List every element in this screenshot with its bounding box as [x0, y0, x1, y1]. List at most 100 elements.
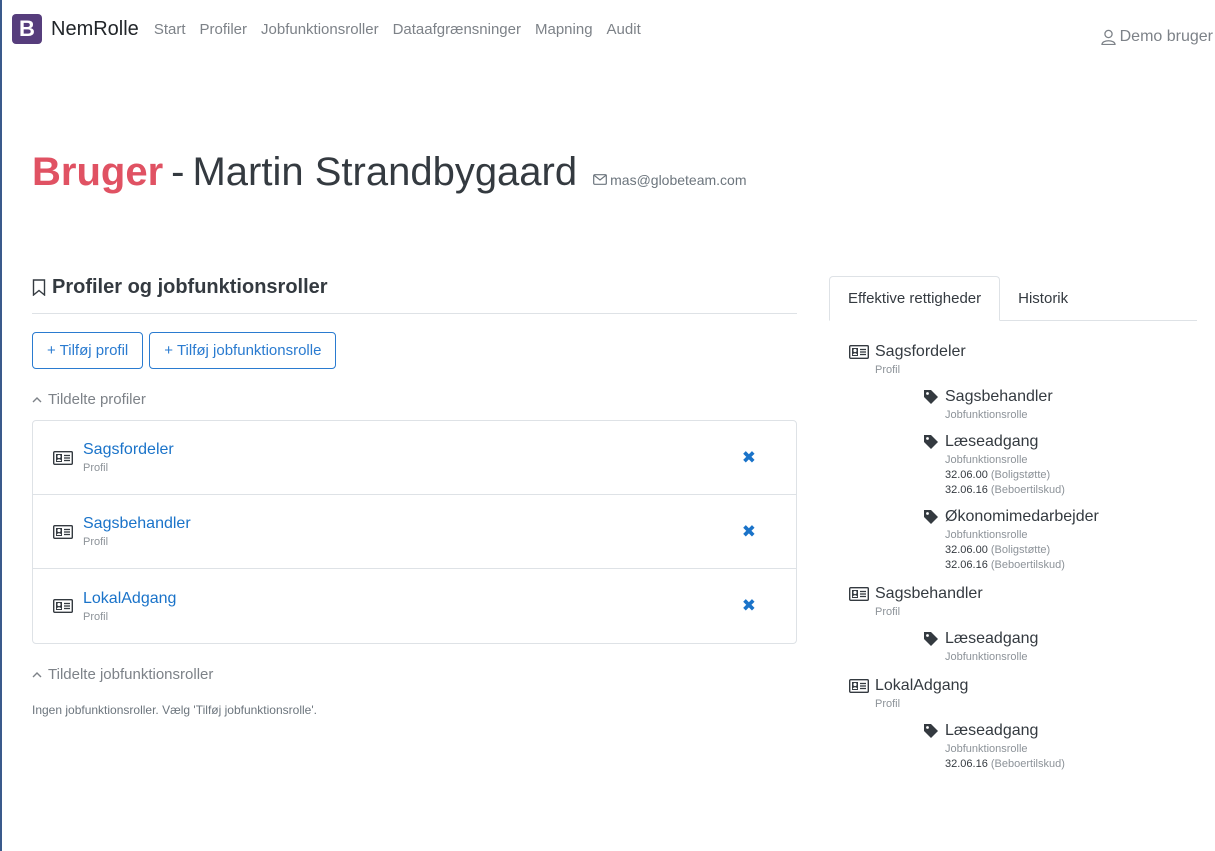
brand-logo[interactable]: B — [12, 14, 42, 44]
id-card-icon — [849, 345, 869, 359]
list-item: LokalAdgang Profil ✖ — [33, 569, 796, 643]
rights-profile-type: Profil — [875, 364, 901, 376]
remove-icon[interactable]: ✖ — [742, 596, 756, 616]
tab-historik[interactable]: Historik — [1000, 276, 1086, 320]
rights-code: 32.06.00 (Boligstøtte) — [945, 544, 1197, 556]
rights-code: 32.06.00 (Boligstøtte) — [945, 469, 1197, 481]
rights-profile-head: LokalAdgang — [849, 677, 1197, 695]
rights-code-desc: (Beboertilskud) — [990, 758, 1065, 770]
rights-role-name: Læseadgang — [945, 433, 1039, 450]
profile-type: Profil — [83, 610, 109, 623]
effective-rights-tree: Sagsfordeler Profil Sagsbehandler Jobfunkti… — [829, 343, 1197, 770]
rights-code-desc: (Beboertilskud) — [990, 484, 1065, 496]
chevron-up-icon — [32, 396, 42, 403]
nav-link-jobfunktionsroller[interactable]: Jobfunktionsroller — [261, 21, 379, 38]
rights-code-desc: (Boligstøtte) — [990, 544, 1051, 556]
brand-logo-letter: B — [19, 16, 35, 41]
nav-link-profiler[interactable]: Profiler — [200, 21, 248, 38]
nav-link-mapning[interactable]: Mapning — [535, 21, 593, 38]
remove-icon[interactable]: ✖ — [742, 448, 756, 468]
assignments-panel: Profiler og jobfunktionsroller + Tilføj … — [32, 276, 797, 717]
assigned-profiles-list: Sagsfordeler Profil ✖ Sagsbehandler Prof… — [32, 420, 797, 644]
rights-code: 32.06.16 (Beboertilskud) — [945, 758, 1197, 770]
navbar: B NemRolle Start Profiler Jobfunktionsro… — [2, 0, 1215, 58]
tag-icon — [923, 434, 939, 450]
rights-role-name: Økonomimedarbejder — [945, 508, 1099, 525]
profile-link[interactable]: LokalAdgang — [83, 590, 176, 608]
nav-link-start[interactable]: Start — [154, 21, 186, 38]
add-profile-button[interactable]: + Tilføj profil — [32, 332, 144, 369]
rights-profile-type: Profil — [875, 606, 901, 618]
add-role-button[interactable]: + Tilføj jobfunktionsrolle — [149, 332, 337, 369]
tag-icon — [923, 389, 939, 405]
chevron-up-icon — [32, 671, 42, 678]
tag-icon — [923, 509, 939, 525]
rights-role: Økonomimedarbejder Jobfunktionsrolle 32.06… — [923, 508, 1197, 571]
rights-profile: LokalAdgang Profil Læseadgang Jobfunktionsr… — [849, 677, 1197, 770]
rights-role-head: Sagsbehandler — [923, 388, 1197, 406]
id-card-icon — [53, 599, 73, 613]
rights-role-name: Læseadgang — [945, 630, 1039, 647]
remove-icon[interactable]: ✖ — [742, 522, 756, 542]
rights-role: Sagsbehandler Jobfunktionsrolle — [923, 388, 1197, 421]
user-email-text: mas@globeteam.com — [610, 171, 747, 188]
rights-profile-name: LokalAdgang — [875, 677, 969, 694]
rights-profile: Sagsfordeler Profil Sagsbehandler Jobfunkti… — [849, 343, 1197, 571]
rights-code: 32.06.16 (Beboertilskud) — [945, 484, 1197, 496]
rights-profile-type: Profil — [875, 698, 901, 710]
app-window: B NemRolle Start Profiler Jobfunktionsro… — [0, 0, 1215, 851]
rights-role-name: Læseadgang — [945, 722, 1039, 739]
profile-link[interactable]: Sagsbehandler — [83, 515, 191, 533]
rights-code-value: 32.06.16 — [945, 758, 988, 770]
rights-role-type: Jobfunktionsrolle — [945, 454, 1028, 466]
rights-code-value: 32.06.16 — [945, 484, 988, 496]
tag-icon — [923, 631, 939, 647]
no-roles-message: Ingen jobfunktionsroller. Vælg 'Tilføj j… — [32, 703, 317, 717]
tab-effektive-rettigheder[interactable]: Effektive rettigheder — [829, 276, 1001, 321]
rights-code-value: 32.06.16 — [945, 559, 988, 571]
user-icon — [1100, 29, 1116, 45]
assigned-roles-heading: Tildelte jobfunktionsroller — [48, 666, 214, 683]
user-name: Demo bruger — [1119, 28, 1213, 45]
rights-code-desc: (Boligstøtte) — [990, 469, 1051, 481]
id-card-icon — [849, 587, 869, 601]
rights-profile-head: Sagsfordeler — [849, 343, 1197, 361]
rights-role-head: Læseadgang — [923, 630, 1197, 648]
page-title-prefix: Bruger — [32, 150, 164, 194]
rights-role-type: Jobfunktionsrolle — [945, 529, 1028, 541]
assigned-profiles-toggle[interactable]: Tildelte profiler — [32, 391, 797, 408]
section-title-text: Profiler og jobfunktionsroller — [52, 276, 328, 298]
rights-profile-name: Sagsbehandler — [875, 585, 983, 602]
rights-role: Læseadgang Jobfunktionsrolle — [923, 630, 1197, 663]
nav-link-audit[interactable]: Audit — [607, 21, 641, 38]
tab-bar: Effektive rettigheder Historik — [829, 276, 1197, 321]
rights-profile-name: Sagsfordeler — [875, 343, 966, 360]
rights-role-name: Sagsbehandler — [945, 388, 1053, 405]
tag-icon — [923, 723, 939, 739]
rights-code-value: 32.06.00 — [945, 469, 988, 481]
id-card-icon — [849, 679, 869, 693]
list-item: Sagsfordeler Profil ✖ — [33, 421, 796, 495]
rights-role-type: Jobfunktionsrolle — [945, 743, 1028, 755]
assigned-roles-toggle[interactable]: Tildelte jobfunktionsroller — [32, 666, 797, 683]
list-item: Sagsbehandler Profil ✖ — [33, 495, 796, 569]
profile-type: Profil — [83, 462, 109, 474]
rights-code-desc: (Beboertilskud) — [990, 559, 1065, 571]
user-email[interactable]: mas@globeteam.com — [593, 171, 747, 188]
user-menu[interactable]: Demo bruger — [1100, 28, 1213, 46]
bookmark-icon — [32, 279, 46, 296]
rights-code-value: 32.06.00 — [945, 544, 988, 556]
rights-role-head: Læseadgang — [923, 433, 1197, 451]
rights-role-head: Læseadgang — [923, 722, 1197, 740]
nav-link-dataafgraensninger[interactable]: Dataafgrænsninger — [393, 21, 521, 38]
action-buttons: + Tilføj profil + Tilføj jobfunktionsrol… — [32, 332, 797, 369]
page-title-separator: - — [171, 150, 185, 194]
page-title-user-name: Martin Strandbygaard — [192, 150, 578, 194]
assigned-profiles-heading: Tildelte profiler — [48, 391, 146, 408]
rights-profile: Sagsbehandler Profil Læseadgang Jobfunktion… — [849, 585, 1197, 663]
profile-type: Profil — [83, 536, 109, 548]
profile-link[interactable]: Sagsfordeler — [83, 441, 174, 459]
brand-name[interactable]: NemRolle — [51, 18, 139, 41]
page-title: Bruger - Martin Strandbygaard mas@globet… — [32, 150, 747, 195]
rights-role-type: Jobfunktionsrolle — [945, 651, 1028, 663]
